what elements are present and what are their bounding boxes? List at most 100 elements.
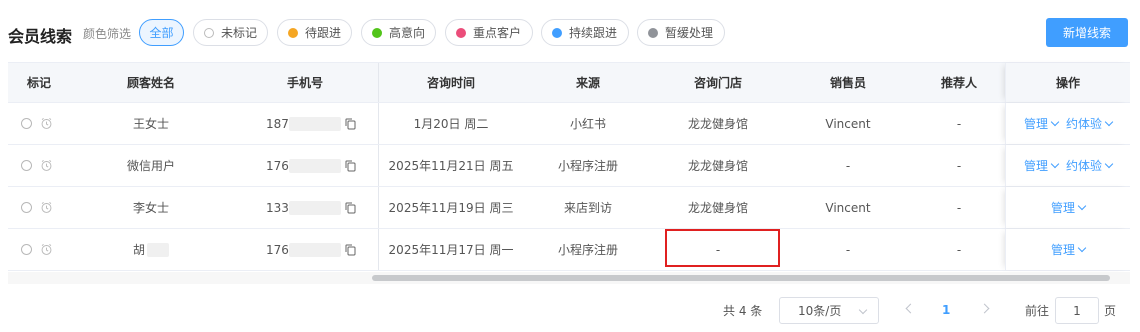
chip-label: 全部 <box>149 26 174 40</box>
color-mark-icon[interactable] <box>21 118 32 129</box>
salesperson: Vincent <box>825 200 871 215</box>
chevron-down-icon <box>858 305 868 315</box>
table-row: 王女士 187 1月20日 周二 小红书 龙龙健身馆 Vincent - 管理 … <box>8 103 1130 145</box>
source: 小红书 <box>569 117 606 131</box>
alarm-clock-icon[interactable] <box>40 201 53 214</box>
masked-phone <box>288 116 341 131</box>
phone-prefix: 176 <box>266 242 289 257</box>
color-mark-icon[interactable] <box>21 160 32 171</box>
col-header-source: 来源 <box>575 76 600 90</box>
next-page-icon[interactable] <box>979 303 990 314</box>
total-count: 共 4 条 <box>723 303 763 318</box>
mark-cell <box>8 145 70 186</box>
copy-icon[interactable] <box>345 202 356 214</box>
chevron-down-icon <box>1104 117 1114 127</box>
masked-phone <box>288 158 341 173</box>
manage-label: 管理 <box>1023 117 1048 131</box>
phone-cell: 176 <box>232 145 378 186</box>
page-suffix: 页 <box>1104 303 1117 318</box>
goto-page-input[interactable]: 1 <box>1055 297 1099 324</box>
filter-chip-deferred[interactable]: 暂缓处理 <box>637 19 725 46</box>
filter-chip-pending[interactable]: 待跟进 <box>277 19 352 46</box>
filter-chip-all[interactable]: 全部 <box>139 19 184 46</box>
store: 龙龙健身馆 <box>687 201 748 215</box>
phone-prefix: 187 <box>266 116 289 131</box>
referrer: - <box>956 116 962 131</box>
horizontal-scrollbar[interactable] <box>8 272 1130 284</box>
page-size-select[interactable]: 10条/页 <box>779 297 879 324</box>
table-row: 胡 176 2025年11月17日 周一 小程序注册 - - - 管理 <box>8 229 1130 271</box>
scrollbar-thumb[interactable] <box>372 275 1110 281</box>
copy-icon[interactable] <box>345 244 356 256</box>
highlight-annotation-box <box>665 229 780 267</box>
masked-phone <box>288 200 341 215</box>
actions-cell: 管理 <box>1005 229 1130 270</box>
filter-chip-high-intent[interactable]: 高意向 <box>361 19 436 46</box>
col-header-actions: 操作 <box>1005 63 1130 102</box>
actions-cell: 管理 约体验 <box>1005 145 1130 186</box>
customer-name: 微信用户 <box>126 159 175 173</box>
filter-chip-unmarked[interactable]: 未标记 <box>193 19 268 46</box>
copy-icon[interactable] <box>345 118 356 130</box>
color-mark-icon[interactable] <box>21 202 32 213</box>
alarm-clock-icon[interactable] <box>40 117 53 130</box>
chip-label: 待跟进 <box>305 26 342 40</box>
customer-name: 王女士 <box>132 117 169 131</box>
mark-cell <box>8 229 70 270</box>
phone-cell: 187 <box>232 103 378 144</box>
mark-cell <box>8 187 70 228</box>
chevron-down-icon <box>1077 243 1087 253</box>
chip-label: 高意向 <box>389 26 426 40</box>
source: 小程序注册 <box>557 159 618 173</box>
current-page[interactable]: 1 <box>942 296 950 324</box>
hollow-dot-icon <box>204 27 214 38</box>
chevron-down-icon <box>1050 117 1060 127</box>
alarm-clock-icon[interactable] <box>40 243 53 256</box>
prev-page-icon[interactable] <box>905 303 916 314</box>
book-trial-dropdown[interactable]: 约体验 <box>1066 115 1114 132</box>
chevron-down-icon <box>1050 159 1060 169</box>
customer-name-cell: 胡 <box>70 229 232 270</box>
filter-chip-key-customer[interactable]: 重点客户 <box>445 19 533 46</box>
customer-name: 李女士 <box>132 201 169 215</box>
toolbar: 会员线索 颜色筛选 全部 未标记 待跟进 高意向 重点客户 持续跟进 暂缓处理 … <box>0 0 1140 64</box>
color-filter-label: 颜色筛选 <box>83 27 132 41</box>
salesperson: - <box>845 242 851 257</box>
referrer: - <box>956 158 962 173</box>
chip-label: 重点客户 <box>473 26 522 40</box>
orange-dot-icon <box>288 27 298 38</box>
color-mark-icon[interactable] <box>21 244 32 255</box>
masked-phone <box>288 242 341 257</box>
pink-dot-icon <box>456 27 466 38</box>
copy-icon[interactable] <box>345 160 356 172</box>
consult-time: 2025年11月19日 周三 <box>388 201 514 215</box>
filter-chip-continuous[interactable]: 持续跟进 <box>541 19 629 46</box>
gray-dot-icon <box>648 27 658 38</box>
green-dot-icon <box>372 27 382 38</box>
book-trial-dropdown[interactable]: 约体验 <box>1066 157 1114 174</box>
col-header-referrer: 推荐人 <box>940 76 977 90</box>
consult-time: 1月20日 周二 <box>413 117 489 131</box>
manage-dropdown[interactable]: 管理 <box>1024 157 1060 174</box>
chip-label: 暂缓处理 <box>665 26 714 40</box>
store: 龙龙健身馆 <box>687 159 748 173</box>
add-lead-button[interactable]: 新增线索 <box>1046 18 1128 47</box>
actions-cell: 管理 约体验 <box>1005 103 1130 144</box>
referrer: - <box>956 200 962 215</box>
phone-prefix: 133 <box>266 200 289 215</box>
book-trial-label: 约体验 <box>1066 117 1103 131</box>
manage-dropdown[interactable]: 管理 <box>1023 115 1060 132</box>
consult-time: 2025年11月17日 周一 <box>388 243 514 257</box>
manage-dropdown[interactable]: 管理 <box>1051 241 1087 258</box>
chip-label: 持续跟进 <box>569 26 618 40</box>
phone-prefix: 176 <box>266 158 289 173</box>
alarm-clock-icon[interactable] <box>40 159 53 172</box>
manage-dropdown[interactable]: 管理 <box>1051 199 1087 216</box>
salesperson: - <box>845 158 851 173</box>
salesperson: Vincent <box>825 116 871 131</box>
table-header-row: 标记 顾客姓名 手机号 咨询时间 来源 咨询门店 销售员 推荐人 操作 <box>8 62 1130 103</box>
source: 小程序注册 <box>557 243 618 257</box>
goto-label: 前往 <box>1025 303 1050 318</box>
source: 来店到访 <box>563 201 612 215</box>
masked-name <box>147 242 169 257</box>
